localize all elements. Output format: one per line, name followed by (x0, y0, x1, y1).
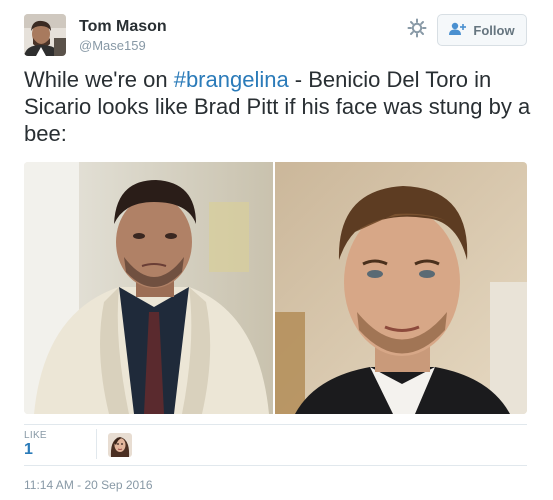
divider-top (24, 424, 527, 425)
stats-separator (96, 429, 97, 459)
person-plus-icon (449, 22, 467, 39)
tweet-text-start: While we're on (24, 67, 174, 92)
tweet-media[interactable] (24, 162, 527, 414)
author-name[interactable]: Tom Mason (79, 18, 167, 36)
tweet-timestamp[interactable]: 11:14 AM - 20 Sep 2016 (24, 478, 153, 492)
like-count[interactable]: 1 (24, 441, 33, 459)
photo-brad-pitt[interactable] (275, 162, 527, 414)
tweet-header: Tom Mason @Mase159 Follow (24, 14, 529, 58)
author-avatar[interactable] (24, 14, 66, 56)
liker-avatar[interactable] (108, 433, 132, 457)
author-handle[interactable]: @Mase159 (79, 38, 146, 53)
follow-label: Follow (473, 22, 515, 38)
photo-benicio-del-toro[interactable] (24, 162, 273, 414)
follow-button[interactable]: Follow (437, 14, 527, 46)
gear-icon[interactable] (407, 18, 427, 38)
tweet-text: While we're on #brangelina - Benicio Del… (24, 66, 532, 147)
like-label: LIKE (24, 430, 47, 441)
hashtag-link[interactable]: #brangelina (174, 67, 289, 92)
divider-bottom (24, 465, 527, 466)
